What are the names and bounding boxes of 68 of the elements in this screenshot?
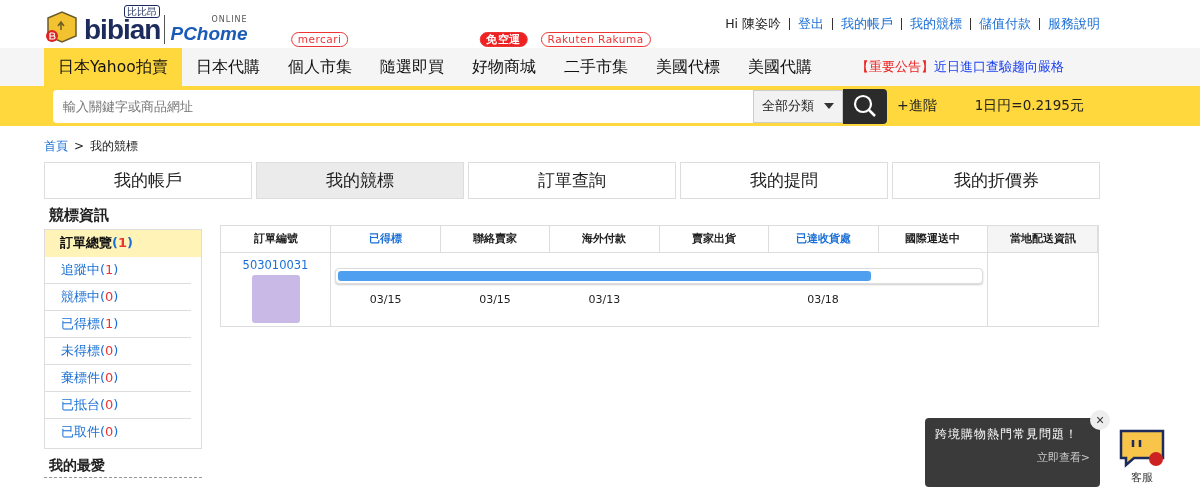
- partner-wordmark: PChome: [170, 23, 248, 44]
- account-tab[interactable]: 我的提問: [680, 162, 888, 199]
- nav-item[interactable]: 二手市集: [549, 48, 642, 86]
- account-tab[interactable]: 我的競標: [256, 162, 464, 199]
- sidebar-item[interactable]: 棄標件(0): [45, 365, 191, 392]
- nav-item[interactable]: 美國代購: [733, 48, 826, 86]
- stage-header: 國際運送中: [878, 226, 988, 253]
- top-link[interactable]: 服務說明: [1040, 18, 1100, 30]
- stage-date: 03/15: [478, 293, 512, 306]
- nav-badge: 免空運: [479, 32, 528, 47]
- stage-date: 03/13: [587, 293, 622, 306]
- caret-icon: [824, 103, 834, 109]
- sidebar-item[interactable]: 已取件(0): [45, 419, 191, 446]
- sidebar-item[interactable]: 追蹤中(1): [45, 257, 191, 284]
- column-header: 當地配送資訊: [988, 226, 1098, 253]
- top-link[interactable]: 登出: [790, 18, 833, 30]
- top-link[interactable]: 我的帳戶: [833, 18, 902, 30]
- sidebar-item[interactable]: 已得標(1): [45, 311, 191, 338]
- stage-header: 已達收貨處: [769, 226, 879, 253]
- nav-item[interactable]: 個人市集: [273, 48, 366, 86]
- top-link[interactable]: 我的競標: [902, 18, 971, 30]
- popup-link[interactable]: 立即查看>: [935, 450, 1090, 465]
- nav-badge: mercari: [290, 32, 349, 47]
- breadcrumb-current: 我的競標: [90, 137, 139, 155]
- photo-placeholder: [251, 275, 300, 323]
- popup-title: 跨境購物熱門常見問題！: [935, 427, 1079, 442]
- order-id-link[interactable]: 503010031: [242, 258, 309, 272]
- section-title: 我的最愛: [44, 449, 202, 478]
- partner-subtitle: ONLINE: [211, 14, 248, 24]
- nav-item[interactable]: 日本代購: [181, 48, 274, 86]
- search-icon: [853, 94, 877, 118]
- account-tab[interactable]: 我的帳戶: [44, 162, 252, 199]
- sidebar-item[interactable]: 已抵台(0): [45, 392, 191, 419]
- box-mascot-icon: [44, 9, 80, 44]
- search-button[interactable]: [843, 88, 887, 124]
- category-select[interactable]: 全部分類: [753, 89, 843, 123]
- account-tab[interactable]: 訂單查詢: [468, 162, 676, 199]
- stage-date: 03/18: [806, 293, 840, 306]
- stage-date: 03/15: [368, 293, 403, 306]
- sidebar-item[interactable]: 競標中(0): [45, 284, 191, 311]
- stage-header: 海外付款: [550, 226, 660, 253]
- nav-item[interactable]: 美國代標: [641, 48, 734, 86]
- top-link[interactable]: 儲值付款: [971, 18, 1040, 30]
- nav-badge: Rakuten Rakuma: [540, 32, 651, 47]
- sidebar-item[interactable]: 未得標(0): [45, 338, 191, 365]
- stage-header: 聯絡賣家: [440, 226, 550, 253]
- advanced-search-link[interactable]: +進階: [897, 97, 937, 115]
- account-tab[interactable]: 我的折價券: [892, 162, 1100, 199]
- breadcrumb-separator: >: [74, 139, 85, 153]
- nav-item[interactable]: 好物商城: [457, 48, 550, 86]
- nav-item[interactable]: 隨選即買: [365, 48, 458, 86]
- chat-bubble-icon[interactable]: [1118, 428, 1166, 468]
- greeting-text: Hi 陳姿吟: [725, 18, 790, 30]
- close-button[interactable]: ×: [1090, 410, 1110, 430]
- chat-label: 客服: [1131, 470, 1153, 485]
- exchange-rate: 1日円=0.2195元: [974, 97, 1084, 115]
- stage-header: 賣家出貨: [659, 226, 769, 253]
- stage-header: 已得標: [331, 226, 441, 253]
- notice-link[interactable]: 近日進口查驗趨向嚴格: [933, 58, 1064, 76]
- breadcrumb-link[interactable]: 首頁: [44, 137, 68, 155]
- column-header: 訂單編號: [221, 226, 331, 253]
- notice-tag: 【重要公告】: [855, 58, 934, 76]
- logo-badge: 比比昂: [124, 4, 161, 18]
- search-field[interactable]: 輸入關鍵字或商品網址: [53, 89, 753, 123]
- section-title: 競標資訊: [48, 205, 110, 226]
- sidebar-item[interactable]: 訂單總覽(1): [45, 230, 201, 257]
- nav-item[interactable]: 日本Yahoo拍賣: [44, 48, 182, 86]
- logo-wordmark: bibian: [84, 15, 161, 44]
